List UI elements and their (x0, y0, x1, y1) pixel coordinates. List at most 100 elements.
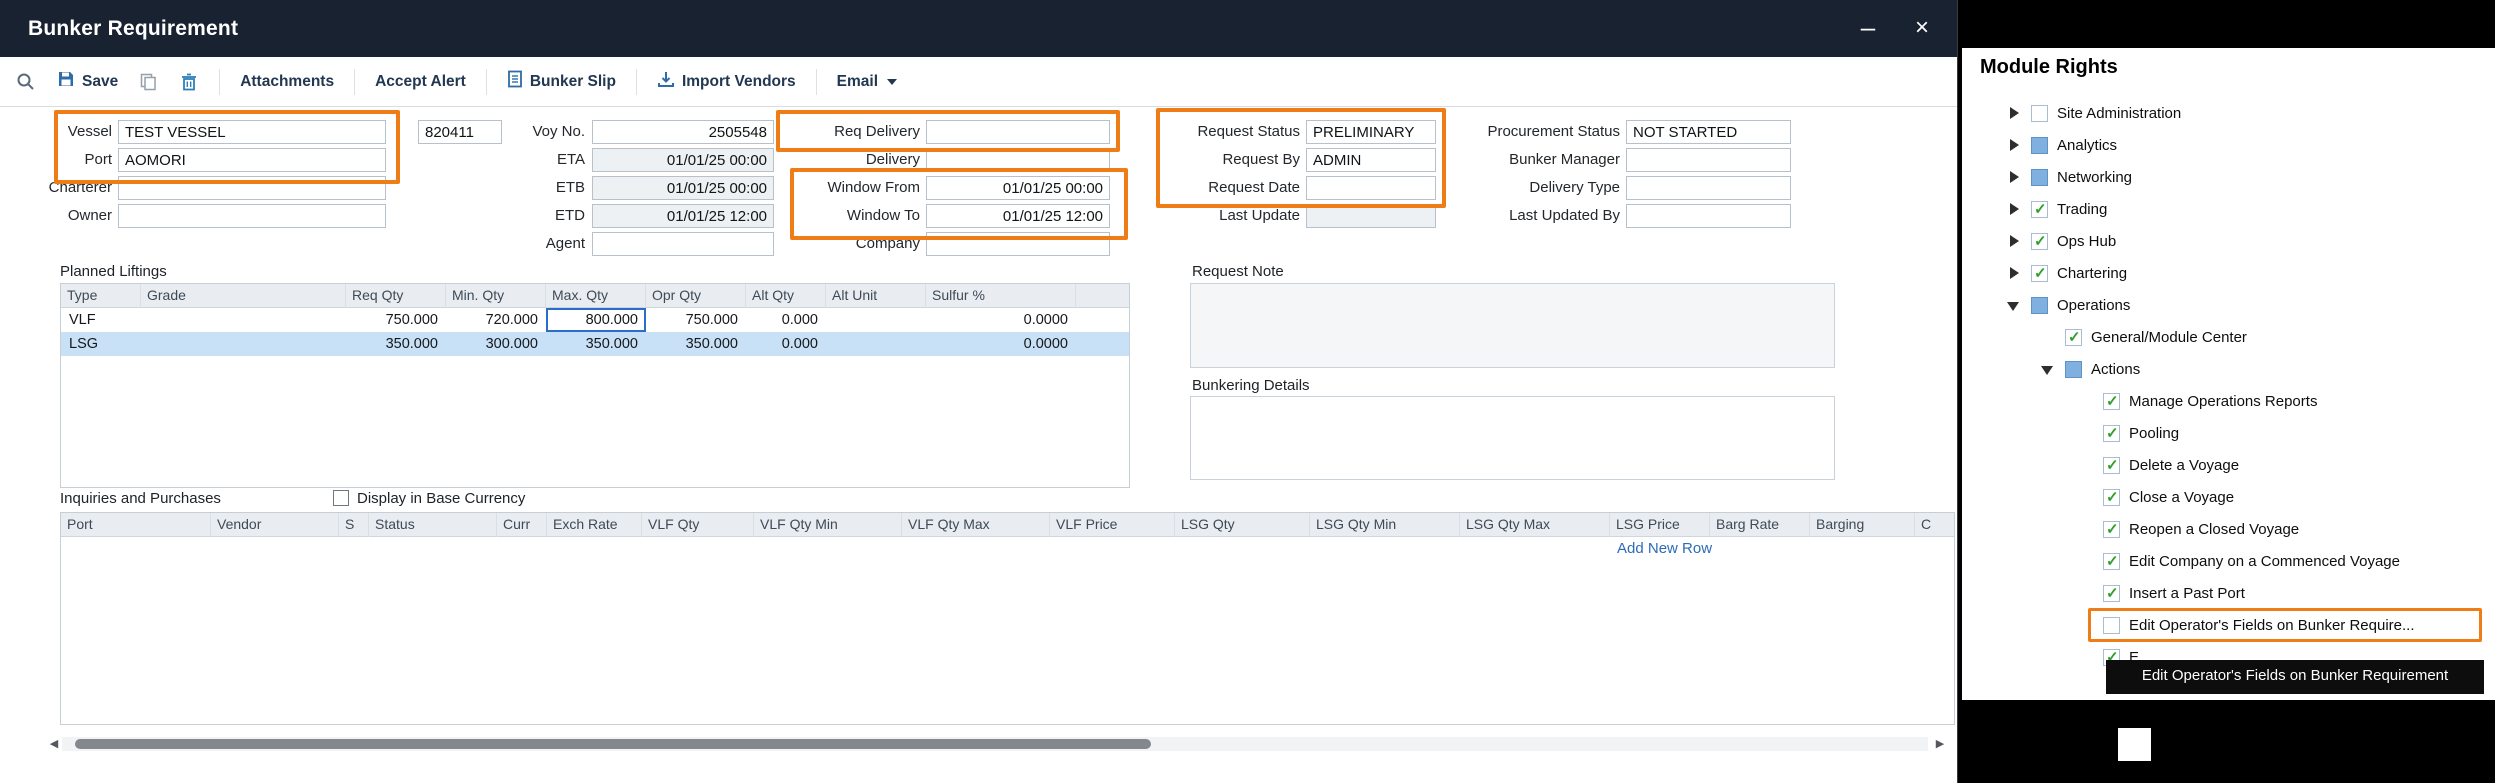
window-from-field[interactable] (926, 176, 1110, 200)
tree-item-general-module-center[interactable]: General/Module Center (2040, 324, 2247, 350)
expander-collapsed-icon[interactable] (2006, 105, 2022, 121)
checkbox-partial[interactable] (2031, 137, 2048, 154)
column-header-lsg-qty-max[interactable]: LSG Qty Max (1460, 513, 1610, 537)
tree-item-reopen-a-closed-voyage[interactable]: Reopen a Closed Voyage (2078, 516, 2299, 542)
column-header-vendor[interactable]: Vendor (211, 513, 339, 537)
cell-type[interactable]: VLF (61, 308, 141, 332)
close-button[interactable]: × (1899, 0, 1945, 57)
bunkering-details-textarea[interactable] (1190, 396, 1835, 480)
cell-min-qty[interactable]: 720.000 (446, 308, 546, 332)
tree-item-delete-a-voyage[interactable]: Delete a Voyage (2078, 452, 2239, 478)
vessel-field[interactable] (118, 120, 386, 144)
request-status-field[interactable] (1306, 120, 1436, 144)
tree-item-ops-hub[interactable]: Ops Hub (2006, 228, 2116, 254)
bunker-slip-button[interactable]: Bunker Slip (507, 70, 616, 93)
delivery-field[interactable] (926, 148, 1110, 172)
tree-item-chartering[interactable]: Chartering (2006, 260, 2127, 286)
column-header-barging[interactable]: Barging (1810, 513, 1915, 537)
column-header-type[interactable]: Type (61, 284, 141, 308)
cell-req-qty[interactable]: 350.000 (346, 332, 446, 356)
tree-item-edit-company-commenced-voyage[interactable]: Edit Company on a Commenced Voyage (2078, 548, 2400, 574)
expander-collapsed-icon[interactable] (2006, 201, 2022, 217)
display-base-currency-checkbox[interactable] (333, 490, 349, 506)
checkbox-checked[interactable] (2103, 521, 2120, 538)
tree-item-actions[interactable]: Actions (2040, 356, 2140, 382)
table-row[interactable]: LSG 350.000 300.000 350.000 350.000 0.00… (61, 332, 1129, 356)
checkbox-checked[interactable] (2031, 265, 2048, 282)
column-header-vlf-qty-min[interactable]: VLF Qty Min (754, 513, 902, 537)
scroll-left-arrow[interactable]: ◀ (46, 737, 62, 751)
expander-expanded-icon[interactable] (2006, 297, 2022, 313)
minimize-button[interactable]: – (1845, 0, 1891, 57)
expander-collapsed-icon[interactable] (2006, 265, 2022, 281)
column-header-opr-qty[interactable]: Opr Qty (646, 284, 746, 308)
checkbox-checked[interactable] (2103, 457, 2120, 474)
column-header-clipped[interactable]: C (1915, 513, 1955, 537)
cell-type[interactable]: LSG (61, 332, 141, 356)
column-header-sulfur[interactable]: Sulfur % (926, 284, 1076, 308)
cell-alt-unit[interactable] (826, 332, 926, 356)
etd-field[interactable] (592, 204, 774, 228)
scroll-right-arrow[interactable]: ▶ (1932, 737, 1948, 751)
tree-item-pooling[interactable]: Pooling (2078, 420, 2179, 446)
owner-field[interactable] (118, 204, 386, 228)
delivery-type-field[interactable] (1626, 176, 1791, 200)
expander-expanded-icon[interactable] (2040, 361, 2056, 377)
checkbox-partial[interactable] (2031, 297, 2048, 314)
cell-grade[interactable] (141, 308, 346, 332)
column-header-alt-unit[interactable]: Alt Unit (826, 284, 926, 308)
search-icon[interactable] (16, 72, 35, 91)
cell-sulfur[interactable]: 0.0000 (926, 332, 1076, 356)
checkbox-checked[interactable] (2103, 585, 2120, 602)
column-header-grade[interactable]: Grade (141, 284, 346, 308)
column-header-min-qty[interactable]: Min. Qty (446, 284, 546, 308)
table-row[interactable]: VLF 750.000 720.000 800.000 750.000 0.00… (61, 308, 1129, 332)
checkbox-unchecked[interactable] (2103, 617, 2120, 634)
request-by-field[interactable] (1306, 148, 1436, 172)
tree-item-networking[interactable]: Networking (2006, 164, 2132, 190)
column-header-lsg-price[interactable]: LSG Price (1610, 513, 1710, 537)
last-update-field[interactable] (1306, 204, 1436, 228)
charterer-field[interactable] (118, 176, 386, 200)
column-header-lsg-qty-min[interactable]: LSG Qty Min (1310, 513, 1460, 537)
cell-grade[interactable] (141, 332, 346, 356)
cell-min-qty[interactable]: 300.000 (446, 332, 546, 356)
checkbox-checked[interactable] (2031, 201, 2048, 218)
tree-item-operations[interactable]: Operations (2006, 292, 2130, 318)
cell-opr-qty[interactable]: 350.000 (646, 332, 746, 356)
checkbox-checked[interactable] (2103, 489, 2120, 506)
last-updated-by-field[interactable] (1626, 204, 1791, 228)
voy-no-field[interactable] (592, 120, 774, 144)
expander-collapsed-icon[interactable] (2006, 169, 2022, 185)
column-header-exch-rate[interactable]: Exch Rate (547, 513, 642, 537)
delete-trash-icon[interactable] (181, 73, 197, 91)
save-button[interactable]: Save (57, 70, 118, 93)
tree-item-site-administration[interactable]: Site Administration (2006, 100, 2181, 126)
column-header-vlf-qty[interactable]: VLF Qty (642, 513, 754, 537)
column-header-lsg-qty[interactable]: LSG Qty (1175, 513, 1310, 537)
tree-item-close-a-voyage[interactable]: Close a Voyage (2078, 484, 2234, 510)
cell-sulfur[interactable]: 0.0000 (926, 308, 1076, 332)
horizontal-scrollbar-thumb[interactable] (75, 739, 1151, 749)
request-note-textarea[interactable] (1190, 283, 1835, 368)
column-header-req-qty[interactable]: Req Qty (346, 284, 446, 308)
agent-field[interactable] (592, 232, 774, 256)
req-delivery-field[interactable] (926, 120, 1110, 144)
cell-alt-qty[interactable]: 0.000 (746, 332, 826, 356)
cell-opr-qty[interactable]: 750.000 (646, 308, 746, 332)
attachments-button[interactable]: Attachments (240, 73, 334, 91)
email-dropdown-button[interactable]: Email (837, 73, 897, 91)
column-header-max-qty[interactable]: Max. Qty (546, 284, 646, 308)
column-header-vlf-price[interactable]: VLF Price (1050, 513, 1175, 537)
accept-alert-button[interactable]: Accept Alert (375, 73, 466, 91)
tree-item-trading[interactable]: Trading (2006, 196, 2107, 222)
tree-item-analytics[interactable]: Analytics (2006, 132, 2117, 158)
window-to-field[interactable] (926, 204, 1110, 228)
cell-alt-qty[interactable]: 0.000 (746, 308, 826, 332)
checkbox-checked[interactable] (2103, 425, 2120, 442)
column-header-status[interactable]: Status (369, 513, 497, 537)
cell-max-qty-selected[interactable]: 800.000 (546, 308, 646, 332)
checkbox-partial[interactable] (2031, 169, 2048, 186)
bunker-manager-field[interactable] (1626, 148, 1791, 172)
column-header-vlf-qty-max[interactable]: VLF Qty Max (902, 513, 1050, 537)
